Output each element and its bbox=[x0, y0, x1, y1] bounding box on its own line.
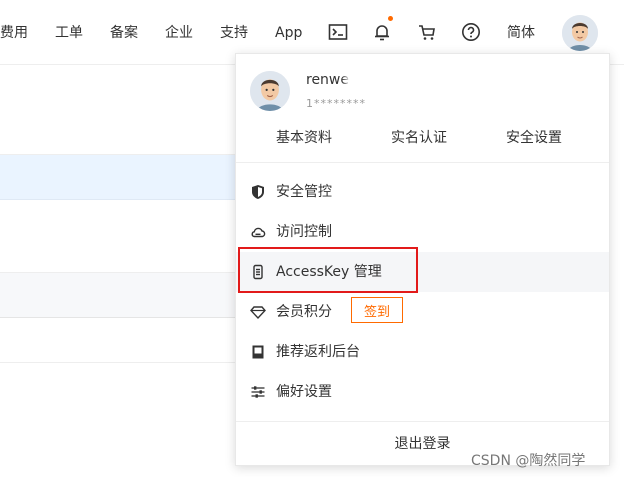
avatar[interactable] bbox=[562, 15, 598, 51]
notification-dot bbox=[388, 16, 393, 21]
menu-item-label: 推荐返利后台 bbox=[276, 344, 360, 360]
menu-item-preferences[interactable]: 偏好设置 bbox=[236, 372, 609, 412]
bookmark-icon bbox=[250, 344, 266, 360]
menu-item-member-points[interactable]: 会员积分 签到 bbox=[236, 292, 609, 332]
tab-basic-info[interactable]: 基本资料 bbox=[276, 127, 332, 147]
watermark: CSDN @陶然同学 bbox=[471, 453, 586, 469]
nav-icp[interactable]: 备案 bbox=[110, 24, 138, 42]
profile-avatar bbox=[250, 71, 290, 111]
nav-billing[interactable]: 费用 bbox=[0, 24, 28, 42]
nav-enterprise[interactable]: 企业 bbox=[165, 24, 193, 42]
tab-real-name[interactable]: 实名认证 bbox=[391, 127, 447, 147]
checkin-button[interactable]: 签到 bbox=[351, 297, 403, 323]
highlight-box bbox=[238, 247, 418, 293]
nav-support[interactable]: 支持 bbox=[220, 24, 248, 42]
sliders-icon bbox=[250, 384, 266, 400]
terminal-icon[interactable] bbox=[328, 22, 348, 42]
table-row-selected[interactable] bbox=[0, 155, 236, 200]
menu-item-label: 会员积分 bbox=[276, 304, 332, 320]
menu-item-referral[interactable]: 推荐返利后台 bbox=[236, 332, 609, 372]
table-row bbox=[0, 273, 236, 318]
table-row bbox=[0, 318, 236, 363]
divider bbox=[236, 162, 609, 163]
table-row bbox=[0, 64, 236, 155]
menu-item-label: 安全管控 bbox=[276, 184, 332, 200]
nav-ticket[interactable]: 工单 bbox=[55, 24, 83, 42]
cloud-icon bbox=[250, 224, 266, 240]
menu-item-access-control[interactable]: 访问控制 bbox=[236, 212, 609, 252]
table-row bbox=[0, 200, 236, 273]
diamond-icon bbox=[250, 304, 266, 320]
redaction-blur bbox=[346, 62, 406, 88]
divider bbox=[236, 421, 609, 422]
cart-icon[interactable] bbox=[417, 22, 437, 42]
tab-security-settings[interactable]: 安全设置 bbox=[506, 127, 562, 147]
profile-account-id: 1******** bbox=[306, 97, 366, 110]
help-icon[interactable] bbox=[461, 22, 481, 42]
profile-username: renwe bbox=[306, 72, 349, 88]
nav-language[interactable]: 简体 bbox=[507, 24, 535, 42]
nav-app[interactable]: App bbox=[275, 24, 302, 42]
bell-icon[interactable] bbox=[372, 22, 392, 42]
menu-item-label: 访问控制 bbox=[276, 224, 332, 240]
menu-item-security-control[interactable]: 安全管控 bbox=[236, 172, 609, 212]
menu-item-label: 偏好设置 bbox=[276, 384, 332, 400]
shield-icon bbox=[250, 184, 266, 200]
